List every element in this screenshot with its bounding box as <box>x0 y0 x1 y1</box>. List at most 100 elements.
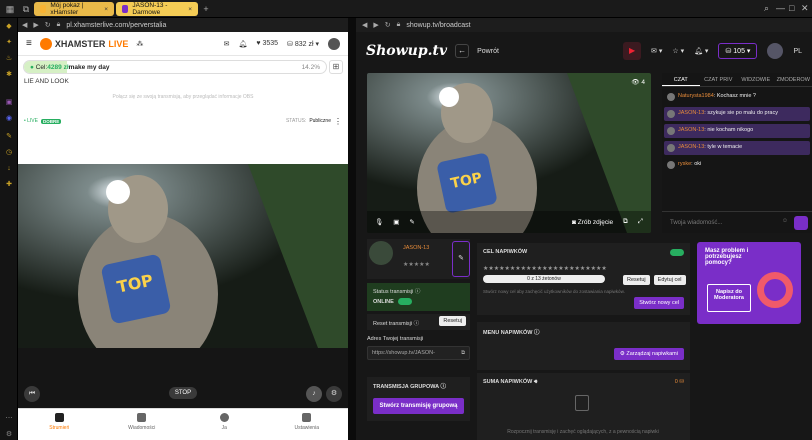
sidebar-discord-icon[interactable]: ◉ <box>4 114 14 124</box>
sidebar-home-icon[interactable]: ◆ <box>4 22 14 32</box>
back-icon[interactable]: ◀ <box>22 21 27 29</box>
tip-goal-toggle[interactable] <box>670 249 684 256</box>
nav-me[interactable]: Ja <box>183 409 266 440</box>
sidebar-history-icon[interactable]: ◷ <box>4 148 14 158</box>
tokens-counter[interactable]: ⛁ 832 zł ▾ <box>287 40 319 48</box>
chat-username[interactable]: JASON-13 <box>678 144 704 150</box>
forward-icon[interactable]: ▶ <box>33 21 38 29</box>
manage-tips-button[interactable]: ⚙ Zarządzaj napiwkami <box>613 348 684 360</box>
coins-balance[interactable]: ⛁ 105 ▾ <box>718 43 758 59</box>
chat-username[interactable]: ryske <box>678 161 691 167</box>
goal-edit-icon[interactable]: ⊞ <box>329 60 343 74</box>
avatar[interactable] <box>767 43 784 59</box>
reload-icon[interactable]: ↻ <box>385 21 391 29</box>
group-panel: TRANSMISJA GRUPOWA ⓘ Stwórz transmisję g… <box>367 377 470 421</box>
showup-logo[interactable]: Showup.tv <box>366 43 447 59</box>
tab-close-icon[interactable]: × <box>188 6 192 13</box>
pip-icon[interactable]: ⧉ <box>623 218 628 226</box>
chat-username[interactable]: JASON-13 <box>678 127 704 133</box>
chat-text: : nie kocham nikogo <box>704 127 754 133</box>
tab-showup[interactable]: JASON-13 - Darmowe × <box>116 2 198 16</box>
stop-button[interactable]: STOP <box>169 387 197 399</box>
speaker-icon[interactable]: 🔊︎ <box>534 379 537 385</box>
reset-button[interactable]: Resetuj <box>439 316 466 326</box>
sidebar-settings-icon[interactable]: ⚙ <box>4 430 14 440</box>
bell-icon[interactable]: 🔔︎ <box>238 40 247 48</box>
tab-chat[interactable]: CZAT <box>662 73 700 86</box>
chat-input[interactable]: Twoja wiadomość... ☺ <box>662 211 812 233</box>
sidebar-tools-icon[interactable]: ✱ <box>4 70 14 80</box>
video-frame-image: TOP <box>18 164 348 348</box>
tip-goal-edit-button[interactable]: Edytuj cel <box>653 275 686 285</box>
fullscreen-icon[interactable]: ⤢ <box>638 218 643 226</box>
nav-messages[interactable]: Wiadomości <box>101 409 184 440</box>
send-button[interactable] <box>794 216 808 230</box>
stream-preview-video[interactable]: TOP <box>18 164 348 348</box>
tip-goal-reset-button[interactable]: Resetuj <box>623 275 650 285</box>
settings-icon[interactable]: ⚙ <box>326 386 342 402</box>
sidebar-fire-icon[interactable]: ♨ <box>4 54 14 64</box>
right-url[interactable]: showup.tv/broadcast <box>406 22 470 29</box>
create-group-button[interactable]: Stwórz transmisję grupową <box>373 398 464 414</box>
emoji-icon[interactable]: ☺ <box>782 218 788 224</box>
more-options-icon[interactable]: ⋮ <box>334 117 342 126</box>
hamburger-menu-icon[interactable]: ≡ <box>26 38 32 49</box>
mute-icon[interactable]: ♪ <box>306 386 322 402</box>
language-select[interactable]: PL <box>793 48 802 55</box>
microphone-icon[interactable]: 🎙︎ <box>375 218 383 226</box>
nav-settings[interactable]: Ustawienia <box>266 409 349 440</box>
tab-chat-priv[interactable]: CZAT PRIV <box>700 73 738 86</box>
record-icon[interactable]: ▶ <box>623 42 642 60</box>
snapshot-button[interactable]: ◙ Zrób zdjęcie <box>572 219 613 226</box>
new-goal-button[interactable]: Stwórz nowy cel <box>634 297 684 309</box>
tab-xhamster[interactable]: Mój pokaz | xHamster × <box>34 2 114 16</box>
tabs-icon[interactable]: ⧉ <box>20 3 32 15</box>
messages-icon[interactable]: ✉ <box>224 40 230 48</box>
edit-profile-icon[interactable]: ✎ <box>452 241 470 277</box>
profile-name: JASON-13 <box>403 245 430 251</box>
left-address-bar: ◀ ▶ ↻ 🔒︎ pl.xhamsterlive.com/perverstali… <box>18 18 348 32</box>
brush-icon[interactable]: ✎ <box>409 218 414 226</box>
contact-moderator-button[interactable]: Napisz do Moderatora <box>707 284 751 312</box>
screen-share-icon[interactable]: ▣ <box>393 218 399 226</box>
minimize-icon[interactable]: — <box>776 3 785 13</box>
sidebar-star-icon[interactable]: ✦ <box>4 38 14 48</box>
status-value[interactable]: Publiczne <box>309 118 331 124</box>
maximize-icon[interactable]: □ <box>789 3 794 13</box>
avatar[interactable] <box>369 241 393 265</box>
split-divider[interactable] <box>348 18 356 440</box>
new-tab-icon[interactable]: + <box>200 3 212 15</box>
copy-icon[interactable]: ⧉ <box>461 350 465 357</box>
sidebar-download-icon[interactable]: ↓ <box>4 164 14 174</box>
close-window-icon[interactable]: ✕ <box>801 3 809 14</box>
reload-icon[interactable]: ↻ <box>45 21 51 29</box>
skip-icon[interactable]: ⏮ <box>24 386 40 402</box>
chat-username[interactable]: Naturysta1984 <box>678 93 714 99</box>
left-url[interactable]: pl.xhamsterlive.com/perverstalia <box>66 22 166 29</box>
sidebar-pen-icon[interactable]: ✎ <box>4 132 14 142</box>
back-link[interactable]: Powrót <box>477 48 499 55</box>
tab-close-icon[interactable]: × <box>104 6 108 13</box>
favorite-icon[interactable]: ☆ ▾ <box>672 47 684 55</box>
broadcast-video[interactable]: TOP 👁︎ 4 🎙︎ ▣ ✎ ◙ Zrób zdjęcie ⧉ ⤢ <box>367 73 651 233</box>
tab-moderated[interactable]: ZMODEROW <box>775 73 812 86</box>
chat-username[interactable]: JASON-13 <box>678 110 704 116</box>
sidebar-extensions-icon[interactable]: ✚ <box>4 180 14 190</box>
forward-icon[interactable]: ▶ <box>373 21 378 29</box>
sidebar-more-icon[interactable]: ⋯ <box>4 414 14 424</box>
goal-bar[interactable]: ● Cel: 4289 zł make my day 14.2% <box>23 60 327 74</box>
app-menu-icon[interactable]: ▦ <box>4 3 16 15</box>
back-icon[interactable]: ◀ <box>362 21 367 29</box>
xh-logo[interactable]: XHAMSTER LIVE <box>39 37 128 50</box>
status-toggle[interactable] <box>397 298 412 305</box>
back-arrow-icon[interactable]: ← <box>455 44 470 58</box>
nav-stream[interactable]: Strumień <box>18 409 101 440</box>
address-field[interactable]: https://showup.tv/JASON- ⧉ <box>367 346 470 360</box>
mail-icon[interactable]: ✉ ▾ <box>651 47 662 55</box>
bell-icon[interactable]: 🔔︎ ▾ <box>694 47 708 55</box>
tab-viewers[interactable]: WIDZOWIE <box>737 73 775 86</box>
sidebar-twitch-icon[interactable]: ▣ <box>4 98 14 108</box>
search-icon[interactable]: ⌕ <box>764 3 769 14</box>
avatar[interactable] <box>328 37 340 50</box>
apps-grid-icon[interactable]: ⁂ <box>136 40 143 48</box>
